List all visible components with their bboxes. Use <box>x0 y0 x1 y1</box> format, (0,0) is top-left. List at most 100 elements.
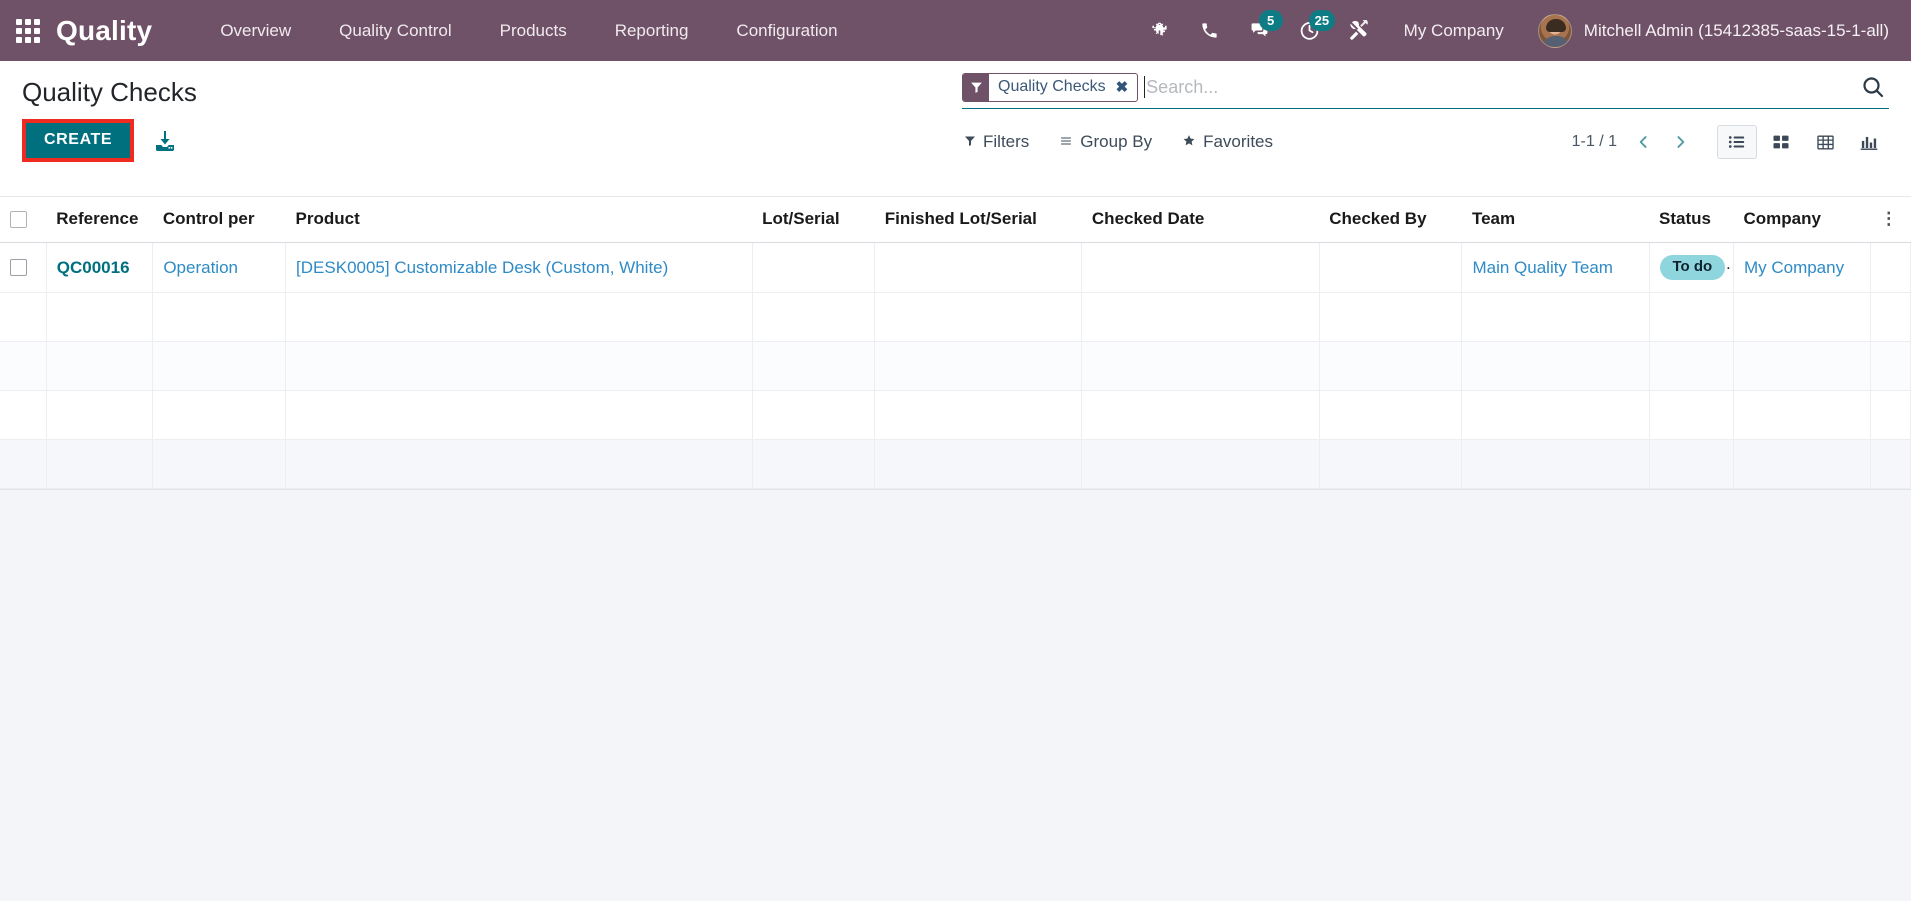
cell-checked-by[interactable] <box>1319 242 1463 293</box>
empty-row <box>0 439 1911 489</box>
select-all-checkbox[interactable] <box>10 210 27 228</box>
app-brand-title[interactable]: Quality <box>56 15 152 47</box>
search-magnifier-icon[interactable] <box>1851 75 1889 99</box>
menu-item-configuration[interactable]: Configuration <box>712 0 861 61</box>
list-view: Reference Control per Product Lot/Serial… <box>0 197 1911 490</box>
debug-bug-icon[interactable] <box>1148 19 1172 43</box>
column-header-finished-lot-serial[interactable]: Finished Lot/Serial <box>874 197 1082 243</box>
menu-item-quality-control[interactable]: Quality Control <box>315 0 475 61</box>
control-panel: Quality Checks CREATE Quality Checks ✖ S… <box>0 61 1911 197</box>
pivot-view-icon[interactable] <box>1805 125 1845 159</box>
column-header-checked-by[interactable]: Checked By <box>1319 197 1462 243</box>
reference-link[interactable]: QC00016 <box>57 258 130 277</box>
main-menu: Overview Quality Control Products Report… <box>196 0 861 61</box>
activities-clock-icon[interactable]: 25 <box>1298 9 1336 43</box>
kanban-view-icon[interactable] <box>1761 125 1801 159</box>
view-switcher <box>1717 125 1889 159</box>
search-facet-label: Quality Checks ✖ <box>989 74 1137 101</box>
messages-icon[interactable]: 5 <box>1248 9 1283 43</box>
table-row[interactable]: QC00016 Operation [DESK0005] Customizabl… <box>0 242 1911 293</box>
graph-view-icon[interactable] <box>1849 125 1889 159</box>
cell-product[interactable]: [DESK0005] Customizable Desk (Custom, Wh… <box>285 242 753 293</box>
chevron-left-icon[interactable] <box>1633 129 1654 155</box>
search-bar: Quality Checks ✖ <box>962 71 1889 109</box>
control-panel-right: Quality Checks ✖ Search... Filters Group… <box>962 61 1889 160</box>
company-switcher[interactable]: My Company <box>1404 21 1504 41</box>
column-header-control-per[interactable]: Control per <box>152 197 286 243</box>
empty-row <box>0 390 1911 440</box>
column-header-reference[interactable]: Reference <box>46 197 153 243</box>
user-menu[interactable]: Mitchell Admin (15412385-saas-15-1-all) <box>1537 13 1889 48</box>
table-head: Reference Control per Product Lot/Serial… <box>0 197 1911 243</box>
control-panel-buttons: CREATE <box>22 119 962 162</box>
cell-finished-lot-serial[interactable] <box>874 242 1083 293</box>
column-header-product[interactable]: Product <box>285 197 753 243</box>
cell-lot-serial[interactable] <box>752 242 876 293</box>
settings-tools-icon[interactable] <box>1348 19 1372 43</box>
quality-checks-table: Reference Control per Product Lot/Serial… <box>0 197 1911 489</box>
column-options-toggle[interactable]: ⋮ <box>1870 197 1911 243</box>
row-select-cell <box>0 242 47 293</box>
phone-icon[interactable] <box>1198 19 1222 43</box>
filter-funnel-icon <box>963 73 989 101</box>
column-header-status[interactable]: Status <box>1649 197 1734 243</box>
column-header-team[interactable]: Team <box>1461 197 1649 243</box>
control-panel-left: Quality Checks CREATE <box>22 61 962 162</box>
menu-item-overview[interactable]: Overview <box>196 0 315 61</box>
import-download-icon[interactable] <box>152 129 178 153</box>
table-header-row: Reference Control per Product Lot/Serial… <box>0 197 1911 243</box>
group-by-dropdown[interactable]: Group By <box>1059 132 1152 152</box>
page-background <box>0 490 1911 901</box>
menu-item-products[interactable]: Products <box>476 0 591 61</box>
favorites-star-icon <box>1182 132 1196 152</box>
cell-control-per[interactable]: Operation <box>152 242 287 293</box>
column-header-lot-serial[interactable]: Lot/Serial <box>752 197 875 243</box>
favorites-dropdown[interactable]: Favorites <box>1182 132 1273 152</box>
control-per-value[interactable]: Operation <box>163 258 238 277</box>
filters-dropdown[interactable]: Filters <box>964 132 1029 152</box>
cell-team[interactable]: Main Quality Team <box>1461 242 1650 293</box>
filter-menus: Filters Group By Favorites <box>964 132 1273 152</box>
search-facet-quality-checks[interactable]: Quality Checks ✖ <box>962 72 1139 102</box>
messages-badge: 5 <box>1258 9 1283 31</box>
empty-row <box>0 292 1911 342</box>
remove-x-icon[interactable]: ✖ <box>1116 78 1129 96</box>
group-by-label: Group By <box>1080 132 1153 151</box>
search-input-wrap <box>1144 76 1851 98</box>
empty-row <box>0 341 1911 391</box>
team-link[interactable]: Main Quality Team <box>1472 258 1612 277</box>
pager-range[interactable]: 1-1 / 1 <box>1572 133 1617 151</box>
text-caret <box>1144 76 1146 98</box>
apps-menu-toggle[interactable] <box>0 0 56 61</box>
table-body: QC00016 Operation [DESK0005] Customizabl… <box>0 242 1911 489</box>
product-link[interactable]: [DESK0005] Customizable Desk (Custom, Wh… <box>296 258 668 277</box>
cell-company[interactable]: My Company <box>1733 242 1871 293</box>
menu-item-reporting[interactable]: Reporting <box>591 0 713 61</box>
user-name-label: Mitchell Admin (15412385-saas-15-1-all) <box>1583 20 1889 40</box>
cell-reference[interactable]: QC00016 <box>46 242 154 293</box>
filters-label: Filters <box>983 132 1030 151</box>
page-title: Quality Checks <box>22 77 197 107</box>
company-link[interactable]: My Company <box>1744 258 1844 277</box>
create-button[interactable]: CREATE <box>22 119 135 162</box>
filter-funnel-icon <box>964 132 976 152</box>
apps-grid-icon <box>16 18 40 43</box>
activities-badge: 25 <box>1308 9 1336 31</box>
pager: 1-1 / 1 <box>1572 129 1691 155</box>
cell-status[interactable]: To do <box>1649 242 1734 293</box>
facet-text: Quality Checks <box>998 78 1106 95</box>
column-options-icon: ⋮ <box>1880 209 1898 228</box>
list-view-icon[interactable] <box>1717 125 1757 159</box>
systray: 5 25 <box>1148 9 1372 43</box>
column-header-checked-date[interactable]: Checked Date <box>1081 197 1320 243</box>
search-input[interactable] <box>1146 76 1851 98</box>
chevron-right-icon[interactable] <box>1670 129 1691 155</box>
top-navbar: Quality Overview Quality Control Product… <box>0 0 1911 61</box>
status-badge: To do <box>1659 255 1726 280</box>
column-header-company[interactable]: Company <box>1733 197 1871 243</box>
avatar <box>1537 13 1572 48</box>
group-by-lines-icon <box>1059 132 1073 152</box>
cell-checked-date[interactable] <box>1081 242 1320 293</box>
select-all-header <box>0 197 47 243</box>
row-checkbox[interactable] <box>10 259 27 276</box>
